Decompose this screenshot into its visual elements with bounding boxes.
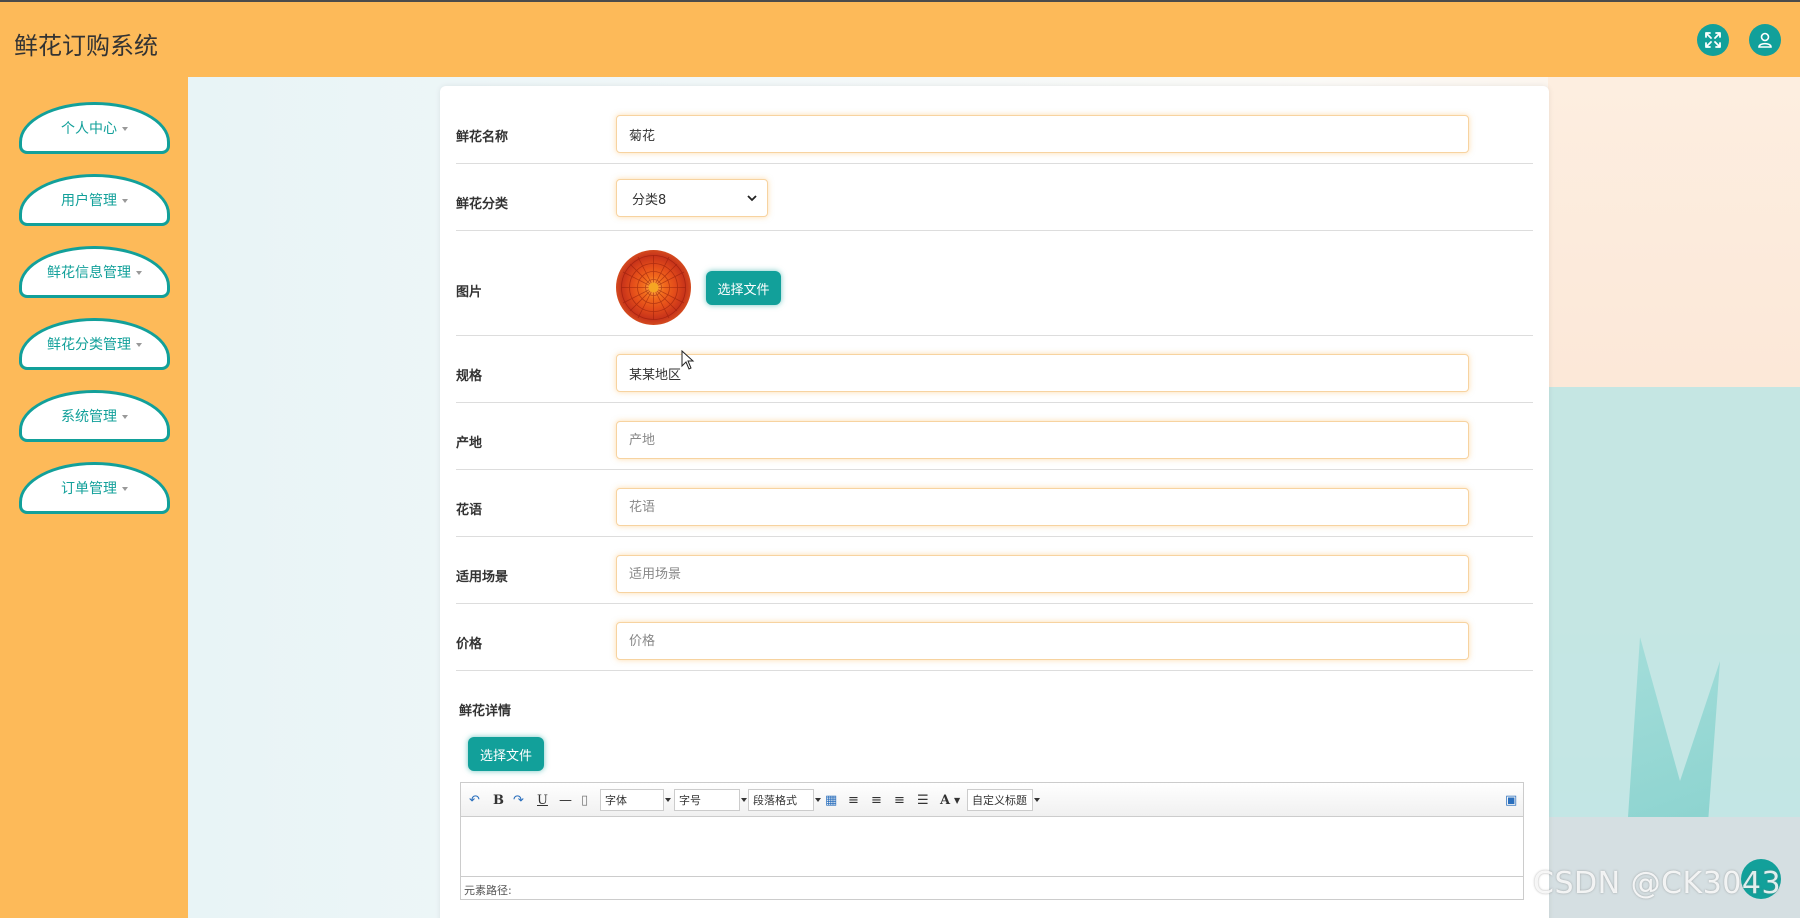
rich-text-editor: ↶ B ↷ U — ▯ 字体 字号 段落格式 ▦ ≡ ≡ ≡ ☰ A ▼ 自定义… <box>460 782 1524 900</box>
image-choose-file-button[interactable]: 选择文件 <box>706 271 781 305</box>
sidebar-item-label: 个人中心 <box>61 121 117 137</box>
align-right-icon[interactable]: ≡ <box>871 792 882 808</box>
caret-down-icon <box>136 342 142 347</box>
chevron-down-icon <box>747 195 757 202</box>
name-input[interactable] <box>616 115 1469 153</box>
align-left-icon[interactable]: ≡ <box>848 792 859 808</box>
name-label: 鲜花名称 <box>456 130 509 145</box>
fullscreen-editor-icon[interactable]: ▣ <box>1505 792 1517 808</box>
sidebar-item-label: 鲜花信息管理 <box>47 265 131 281</box>
flower-form-card: 鲜花名称 鲜花分类 分类8 图片 选择文件 <box>440 86 1549 918</box>
sidebar-item-user-management[interactable]: 用户管理 <box>19 174 170 226</box>
element-path-bar: 元素路径: <box>461 876 1523 899</box>
category-selected-value: 分类8 <box>632 192 667 208</box>
watermark: CSDN @CK3043 <box>1533 866 1782 901</box>
user-icon <box>1758 32 1772 48</box>
sidebar-item-label: 订单管理 <box>61 481 117 497</box>
sidebar: 个人中心 用户管理 鲜花信息管理 鲜花分类管理 系统管理 订单管理 <box>0 77 188 918</box>
form-row-price: 价格 <box>456 604 1533 671</box>
font-color-button[interactable]: A <box>940 792 950 808</box>
editor-content-area[interactable] <box>461 817 1523 877</box>
flower-language-label: 花语 <box>456 503 483 518</box>
paragraph-format-value: 段落格式 <box>753 794 797 807</box>
mouse-cursor-icon <box>681 349 695 374</box>
caret-down-icon <box>122 414 128 419</box>
chevron-down-icon <box>815 798 821 802</box>
image-label: 图片 <box>456 285 483 300</box>
price-input[interactable] <box>616 622 1469 660</box>
spec-label: 规格 <box>456 369 483 384</box>
form-row-image: 图片 选择文件 <box>456 231 1533 336</box>
category-label: 鲜花分类 <box>456 197 509 212</box>
flower-language-input[interactable] <box>616 488 1469 526</box>
details-label: 鲜花详情 <box>459 704 512 719</box>
align-justify-icon[interactable]: ☰ <box>917 792 929 808</box>
sidebar-item-flower-info[interactable]: 鲜花信息管理 <box>19 246 170 298</box>
bold-button[interactable]: B <box>493 792 504 808</box>
form-row-origin: 产地 <box>456 403 1533 470</box>
form-row-category: 鲜花分类 分类8 <box>456 164 1533 231</box>
font-family-select[interactable]: 字体 <box>600 789 671 811</box>
form-row-scene: 适用场景 <box>456 537 1533 604</box>
form-row-spec: 规格 <box>456 336 1533 403</box>
flower-image <box>616 250 691 325</box>
sidebar-item-flower-category[interactable]: 鲜花分类管理 <box>19 318 170 370</box>
chrysanthemum-image <box>621 255 686 320</box>
underline-button[interactable]: U <box>537 792 548 808</box>
page-icon[interactable]: ▯ <box>581 792 588 808</box>
sidebar-item-personal-center[interactable]: 个人中心 <box>19 102 170 154</box>
font-color-dropdown-icon[interactable]: ▼ <box>954 792 960 808</box>
app-title: 鲜花订购系统 <box>14 32 158 60</box>
fullscreen-button[interactable] <box>1697 24 1729 56</box>
font-size-select[interactable]: 字号 <box>674 789 747 811</box>
origin-input[interactable] <box>616 421 1469 459</box>
category-select[interactable]: 分类8 <box>616 179 768 217</box>
sidebar-item-label: 鲜花分类管理 <box>47 337 131 353</box>
paragraph-format-select[interactable]: 段落格式 <box>748 789 821 811</box>
custom-title-select[interactable]: 自定义标题 <box>967 789 1040 811</box>
sidebar-item-orders[interactable]: 订单管理 <box>19 462 170 514</box>
details-choose-file-button[interactable]: 选择文件 <box>468 737 544 771</box>
font-family-value: 字体 <box>605 794 627 807</box>
scene-label: 适用场景 <box>456 570 509 585</box>
price-label: 价格 <box>456 637 483 652</box>
horizontal-rule-icon[interactable]: — <box>559 792 572 808</box>
scene-input[interactable] <box>616 555 1469 593</box>
chevron-down-icon <box>1034 798 1040 802</box>
origin-label: 产地 <box>456 436 483 451</box>
form-row-flower-language: 花语 <box>456 470 1533 537</box>
user-button[interactable] <box>1749 24 1781 56</box>
spec-input[interactable] <box>616 354 1469 392</box>
caret-down-icon <box>122 486 128 491</box>
caret-down-icon <box>122 198 128 203</box>
sidebar-item-label: 系统管理 <box>61 409 117 425</box>
form-row-name: 鲜花名称 <box>456 86 1533 164</box>
custom-title-value: 自定义标题 <box>972 794 1027 807</box>
table-icon[interactable]: ▦ <box>825 792 837 808</box>
undo-icon[interactable]: ↶ <box>469 792 480 808</box>
top-header: 鲜花订购系统 <box>0 0 1800 77</box>
redo-icon[interactable]: ↷ <box>513 792 524 808</box>
align-center-icon[interactable]: ≡ <box>894 792 905 808</box>
chevron-down-icon <box>665 798 671 802</box>
expand-icon <box>1705 32 1721 48</box>
sidebar-item-system[interactable]: 系统管理 <box>19 390 170 442</box>
font-size-value: 字号 <box>679 794 701 807</box>
sidebar-item-label: 用户管理 <box>61 193 117 209</box>
caret-down-icon <box>122 126 128 131</box>
chevron-down-icon <box>741 798 747 802</box>
caret-down-icon <box>136 270 142 275</box>
editor-toolbar: ↶ B ↷ U — ▯ 字体 字号 段落格式 ▦ ≡ ≡ ≡ ☰ A ▼ 自定义… <box>461 783 1523 817</box>
